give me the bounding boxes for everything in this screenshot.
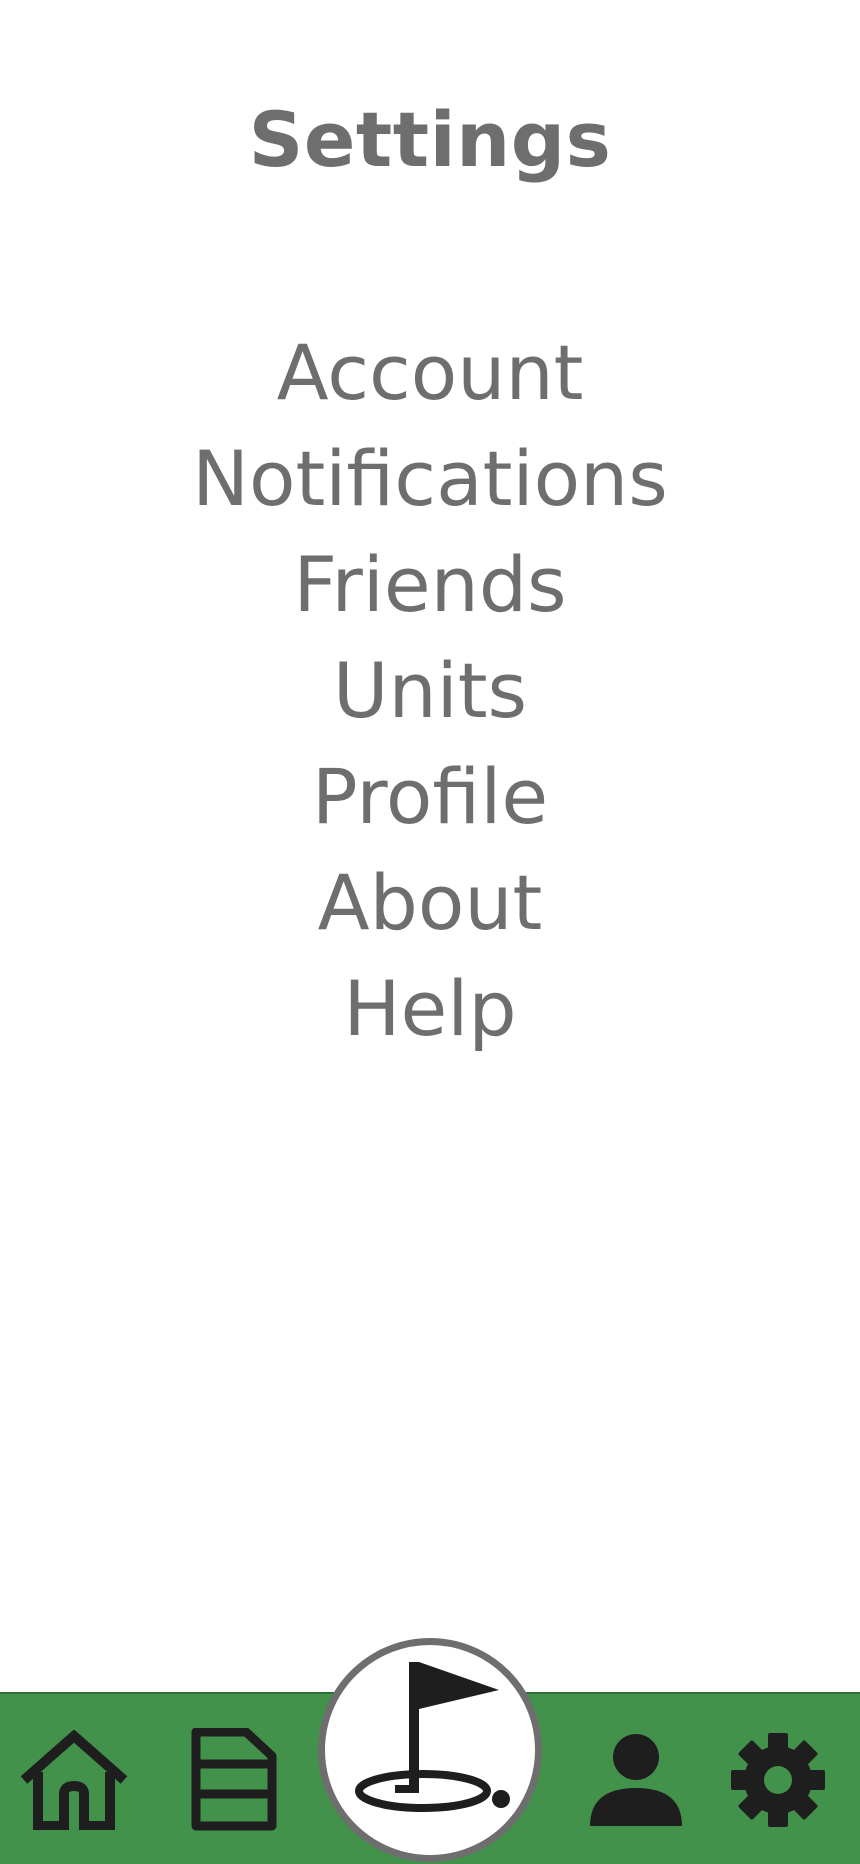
- golf-flag-icon: [355, 1662, 510, 1812]
- profile-button[interactable]: [588, 1732, 684, 1828]
- menu-item-about[interactable]: About: [0, 850, 860, 956]
- page-title: Settings: [248, 95, 612, 184]
- menu-item-account[interactable]: Account: [0, 320, 860, 426]
- menu-item-profile[interactable]: Profile: [0, 744, 860, 850]
- play-round-button[interactable]: [318, 1638, 542, 1862]
- scorecard-button[interactable]: [188, 1728, 278, 1832]
- scorecard-icon: [191, 1728, 277, 1831]
- menu-item-friends[interactable]: Friends: [0, 532, 860, 638]
- menu-item-units[interactable]: Units: [0, 638, 860, 744]
- settings-menu: Account Notifications Friends Units Prof…: [0, 320, 860, 1062]
- menu-item-help[interactable]: Help: [0, 956, 860, 1062]
- home-button[interactable]: [18, 1730, 130, 1830]
- person-icon: [590, 1734, 682, 1826]
- home-icon: [20, 1730, 128, 1830]
- menu-item-notifications[interactable]: Notifications: [0, 426, 860, 532]
- settings-button[interactable]: [728, 1730, 828, 1830]
- gear-icon: [731, 1733, 825, 1827]
